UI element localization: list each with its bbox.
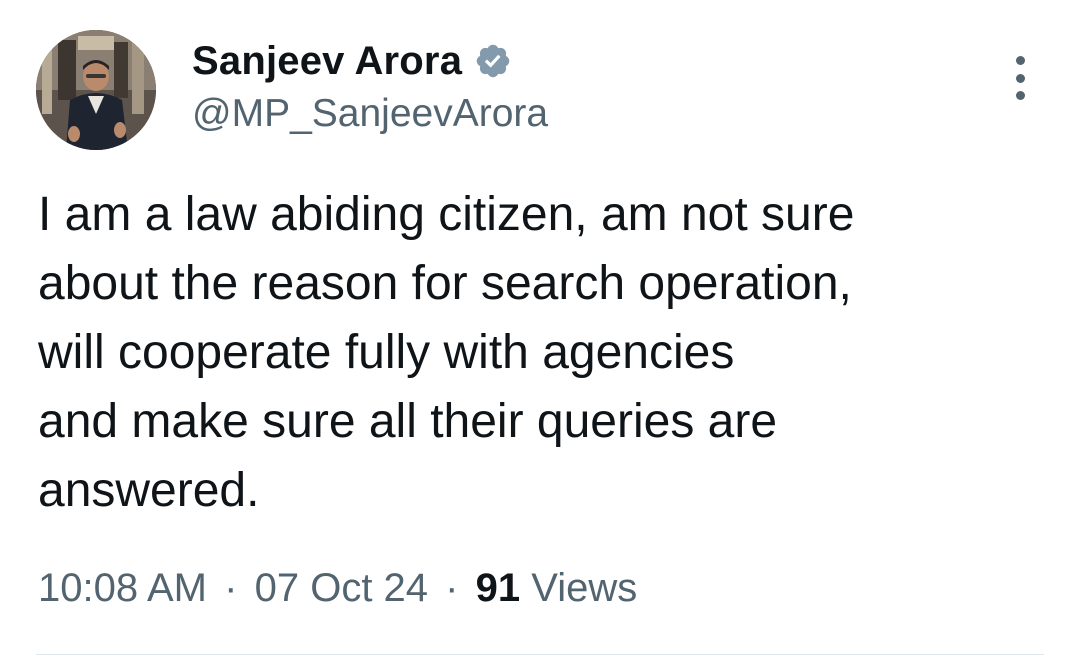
views-count: 91: [475, 566, 521, 610]
tweet-text-line: I am a law abiding citizen, am not sure: [38, 188, 855, 241]
author-avatar[interactable]: [36, 30, 156, 150]
meta-separator: ·: [224, 566, 238, 610]
views-label: Views: [531, 566, 638, 610]
author-handle[interactable]: @MP_SanjeevArora: [192, 92, 548, 136]
more-dot: [1015, 91, 1025, 100]
tweet-text-line: and make sure all their queries are: [38, 395, 778, 448]
verified-badge-icon: [474, 42, 512, 80]
tweet-text-line: will cooperate fully with agencies: [38, 326, 735, 379]
more-dot: [1015, 56, 1025, 65]
tweet-date[interactable]: 07 Oct 24: [255, 566, 428, 610]
author-display-name[interactable]: Sanjeev Arora: [192, 39, 462, 84]
meta-separator: ·: [445, 566, 459, 610]
tweet-text: I am a law abiding citizen, am not sure …: [38, 180, 1038, 525]
tweet-text-line: about the reason for search operation,: [38, 257, 852, 310]
divider: [36, 654, 1044, 655]
tweet-time[interactable]: 10:08 AM: [38, 566, 207, 610]
author-name-row: Sanjeev Arora: [192, 36, 512, 86]
more-options-icon[interactable]: [1004, 56, 1036, 100]
tweet-card: Sanjeev Arora @MP_SanjeevArora I am a la…: [0, 0, 1080, 660]
tweet-text-line: answered.: [38, 464, 260, 517]
tweet-meta: 10:08 AM · 07 Oct 24 · 91 Views: [38, 566, 637, 611]
more-dot: [1015, 73, 1025, 83]
